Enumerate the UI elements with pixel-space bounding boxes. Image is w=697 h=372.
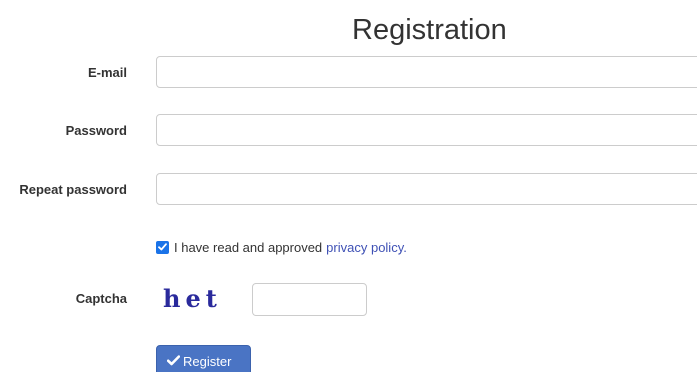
captcha-text: het <box>163 284 221 313</box>
repeat-password-field[interactable] <box>156 173 697 205</box>
privacy-policy-link[interactable]: privacy policy. <box>326 240 407 255</box>
registration-page: Registration E-mail Password Repeat pass… <box>0 0 697 372</box>
check-icon <box>167 355 180 366</box>
captcha-input[interactable] <box>252 283 367 316</box>
privacy-agreement: I have read and approved privacy policy. <box>156 239 407 255</box>
register-button[interactable]: Register <box>156 345 251 372</box>
password-label: Password <box>65 123 127 138</box>
repeat-password-label: Repeat password <box>19 182 127 197</box>
page-title: Registration <box>352 14 507 46</box>
register-label: Register <box>183 354 232 369</box>
password-field[interactable] <box>156 114 697 146</box>
captcha-label: Captcha <box>75 291 127 306</box>
checkbox-checked-icon <box>158 243 167 251</box>
agreement-text: I have read and approved <box>174 239 323 255</box>
email-label: E-mail <box>87 65 127 80</box>
email-field[interactable] <box>156 56 697 88</box>
captcha-image: het <box>163 284 221 313</box>
privacy-checkbox[interactable] <box>156 240 169 254</box>
